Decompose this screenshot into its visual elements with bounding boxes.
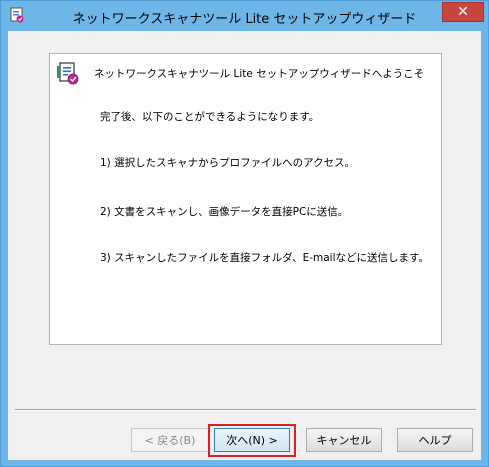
wizard-client-area: ネットワークスキャナツール Lite セットアップウィザードへようこそ 完了後、… [8,31,481,460]
close-icon: ✕ [457,4,469,20]
welcome-heading: ネットワークスキャナツール Lite セットアップウィザードへようこそ [94,68,425,80]
info-line-intro: 完了後、以下のことができるようになります。 [100,111,320,123]
close-button[interactable]: ✕ [442,2,484,22]
back-button[interactable]: < 戻る(B) [131,428,209,452]
info-line-2: 2) 文書をスキャンし、画像データを直接PCに送信。 [100,206,349,218]
welcome-panel: ネットワークスキャナツール Lite セットアップウィザードへようこそ 完了後、… [49,53,442,345]
setup-wizard-icon [57,62,79,85]
window-title: ネットワークスキャナツール Lite セットアップウィザード [72,12,417,27]
title-bar[interactable]: ネットワークスキャナツール Lite セットアップウィザード ✕ [1,1,488,31]
info-line-3: 3) スキャンしたファイルを直接フォルダ、E-mailなどに送信します。 [100,252,429,264]
cancel-button[interactable]: キャンセル [306,428,382,452]
info-line-1: 1) 選択したスキャナからプロファイルへのアクセス。 [100,157,356,169]
setup-wizard-window: ネットワークスキャナツール Lite セットアップウィザード ✕ ネットワークス… [0,0,489,467]
button-separator [15,409,476,411]
help-button[interactable]: ヘルプ [397,428,473,452]
next-button-highlight [208,424,296,457]
